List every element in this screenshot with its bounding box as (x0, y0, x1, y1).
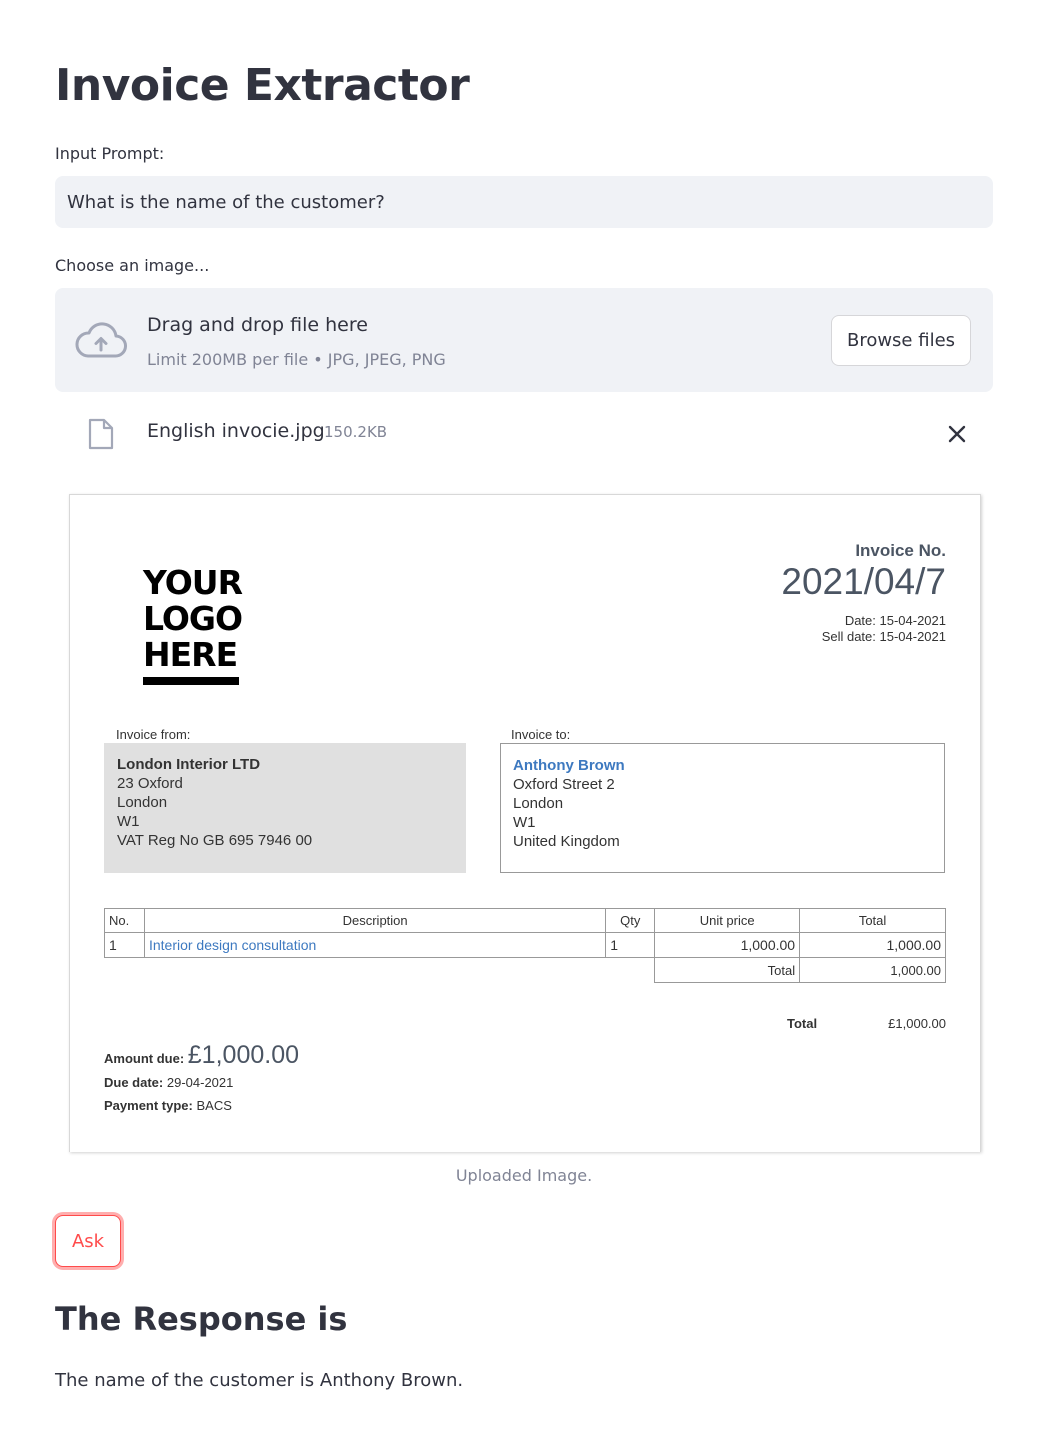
invoice-dates: Date: 15-04-2021 Sell date: 15-04-2021 (822, 613, 946, 645)
file-dropzone[interactable]: Drag and drop file here Limit 200MB per … (55, 288, 993, 392)
from-vat-line: VAT Reg No GB 695 7946 00 (117, 832, 313, 849)
due-date: Due date: 29-04-2021 (104, 1075, 233, 1090)
to-address-line: Oxford Street 2 (513, 776, 615, 793)
ask-button[interactable]: Ask (55, 1215, 121, 1267)
logo-line: LOGO (143, 599, 243, 638)
table-total-value: 1,000.00 (799, 957, 946, 983)
logo-bar (143, 677, 239, 685)
amount-due-label: Amount due: (104, 1051, 185, 1066)
amount-due: Amount due: £1,000.00 (104, 1041, 299, 1070)
col-header-qty: Qty (605, 908, 656, 933)
table-row: 1 Interior design consultation 1 1,000.0… (104, 932, 946, 958)
payment-type-label: Payment type: (104, 1098, 193, 1113)
page-title: Invoice Extractor (55, 60, 470, 111)
cell-description: Interior design consultation (143, 932, 607, 958)
logo-line: YOUR (143, 563, 243, 602)
uploaded-file-row: English invocie.jpg 150.2KB (55, 412, 993, 456)
cell-qty: 1 (605, 932, 656, 958)
to-customer-name: Anthony Brown (513, 757, 625, 774)
logo: YOUR LOGO HERE (143, 563, 243, 685)
cloud-upload-icon (75, 322, 127, 358)
col-header-no: No. (104, 908, 145, 933)
invoice-to-label: Invoice to: (511, 727, 571, 742)
invoice-from-box: London Interior LTD 23 Oxford London W1 … (104, 743, 466, 873)
from-company-name: London Interior LTD (117, 756, 261, 773)
due-date-label: Due date: (104, 1075, 164, 1090)
payment-type: Payment type: BACS (104, 1098, 232, 1113)
to-address-line: United Kingdom (513, 833, 620, 850)
invoice-to-box: Anthony Brown Oxford Street 2 London W1 … (500, 743, 945, 873)
from-address-line: W1 (117, 813, 140, 830)
col-header-unit-price: Unit price (654, 908, 801, 933)
dropzone-instructions: Drag and drop file here (147, 314, 368, 336)
invoice-image: YOUR LOGO HERE Invoice No. 2021/04/7 Dat… (69, 494, 981, 1152)
invoice-number: 2021/04/7 (781, 561, 946, 602)
image-caption: Uploaded Image. (455, 1166, 593, 1185)
payment-type-value: BACS (196, 1098, 232, 1113)
col-header-total: Total (799, 908, 946, 933)
response-text: The name of the customer is Anthony Brow… (55, 1370, 464, 1391)
col-header-description: Description (143, 908, 607, 933)
due-date-value: 29-04-2021 (166, 1075, 234, 1090)
from-address-line: 23 Oxford (117, 775, 183, 792)
table-total-label: Total (654, 957, 801, 983)
to-address-line: London (513, 795, 564, 812)
invoice-items-table: No. Description Qty Unit price Total 1 I… (104, 908, 946, 983)
summary-total-value: £1,000.00 (888, 1016, 946, 1031)
invoice-number-label: Invoice No. (855, 541, 946, 560)
prompt-input[interactable] (55, 176, 993, 228)
to-address-line: W1 (513, 814, 536, 831)
table-total-row: Total 1,000.00 (105, 957, 946, 983)
invoice-date: Date: 15-04-2021 (844, 613, 946, 628)
file-icon (88, 418, 114, 450)
browse-files-button[interactable]: Browse files (831, 315, 971, 366)
image-uploader-label: Choose an image... (55, 256, 210, 275)
cell-total: 1,000.00 (799, 932, 946, 958)
logo-line: HERE (143, 635, 238, 674)
uploaded-file-name: English invocie.jpg (147, 420, 325, 442)
cell-unit-price: 1,000.00 (654, 932, 801, 958)
dropzone-limit-text: Limit 200MB per file • JPG, JPEG, PNG (147, 350, 446, 369)
amount-due-value: £1,000.00 (187, 1041, 299, 1069)
response-heading: The Response is (55, 1300, 348, 1338)
from-address-line: London (117, 794, 168, 811)
table-header-row: No. Description Qty Unit price Total (104, 908, 946, 933)
uploaded-file-size: 150.2KB (324, 423, 388, 441)
cell-no: 1 (104, 932, 145, 958)
summary-total-label: Total (787, 1016, 818, 1031)
invoice-sell-date: Sell date: 15-04-2021 (821, 629, 946, 644)
prompt-label: Input Prompt: (55, 144, 165, 163)
invoice-from-label: Invoice from: (116, 727, 191, 742)
close-icon[interactable] (945, 422, 969, 446)
